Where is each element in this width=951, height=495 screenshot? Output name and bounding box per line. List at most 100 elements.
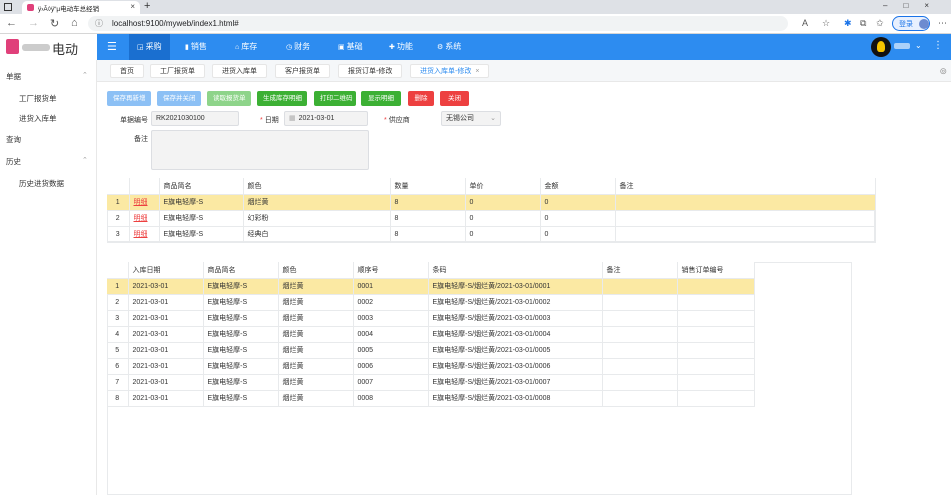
logo-mark-icon [6, 39, 19, 54]
cell-note[interactable] [602, 294, 678, 311]
cell-qty[interactable]: 8 [390, 194, 466, 211]
cell-note[interactable] [602, 358, 678, 375]
chevron-up-icon[interactable]: ⌃ [82, 156, 88, 164]
top-menu-item[interactable]: ⚙ 系统 [429, 34, 469, 60]
close-tab-icon[interactable]: × [130, 2, 135, 11]
tabs-settings-icon[interactable]: ⊚ [939, 66, 947, 77]
tab-customer-order[interactable]: 客户报货单 [275, 64, 330, 78]
browser-tab[interactable]: ÿ›Ã◊ÿ“µ电动车总经销 × [22, 1, 140, 14]
cell-price[interactable]: 0 [465, 210, 541, 227]
favorite-icon[interactable]: ☆ [822, 18, 830, 29]
hamburger-icon[interactable]: ☰ [107, 40, 117, 53]
cell-barcode: E旗电轻摩-S/烟烂黄/2021-03-01/0001 [428, 278, 603, 295]
sidebar-item-stock-in[interactable]: 进货入库单 [19, 113, 57, 124]
read-aloud-icon[interactable]: A [802, 18, 808, 28]
profile-login-button[interactable]: 登录 [892, 16, 930, 31]
top-menu-item[interactable]: ◲ 采购 [129, 34, 170, 60]
window-menu-icon[interactable] [4, 3, 12, 11]
tab-stock-in[interactable]: 进货入库单 [212, 64, 267, 78]
sidebar-item-history-stock[interactable]: 历史进货数据 [19, 178, 64, 189]
chevron-up-icon[interactable]: ⌃ [82, 71, 88, 79]
tab-order-edit[interactable]: 报货订单-修改 [338, 64, 403, 78]
cell-note[interactable] [602, 374, 678, 391]
extension-icon[interactable]: ✱ [844, 18, 852, 29]
tab-factory-order[interactable]: 工厂报货单 [150, 64, 205, 78]
print-qr-button[interactable]: 打印二维码 [314, 91, 356, 106]
table-row[interactable]: 6 2021-03-01 E旗电轻摩-S 烟烂黄 0006 E旗电轻摩-S/烟烂黄/202… [107, 358, 755, 375]
table-row[interactable]: 1 2021-03-01 E旗电轻摩-S 烟烂黄 0001 E旗电轻摩-S/烟烂黄/202… [107, 278, 755, 295]
top-menu-item[interactable]: ⌂ 库存 [227, 34, 265, 60]
top-menu-label: 销售 [190, 42, 207, 51]
cell-date: 2021-03-01 [128, 358, 204, 375]
forward-icon[interactable]: → [28, 17, 39, 29]
chevron-down-icon[interactable]: ⌄ [915, 41, 922, 50]
load-order-button[interactable]: 读取报货单 [207, 91, 251, 106]
cell-order [677, 278, 755, 295]
col-header-amount: 金额 [540, 178, 616, 195]
sidebar-group-history[interactable]: 历史 [6, 156, 21, 167]
reload-icon[interactable]: ↻ [50, 17, 59, 30]
table-row[interactable]: 2 明细 E旗电轻摩-S 幻彩粉 8 0 0 [107, 210, 876, 227]
clock-icon: ◷ [286, 44, 293, 51]
table-row[interactable]: 1 明细 E旗电轻摩-S 烟烂黄 8 0 0 [107, 194, 876, 211]
cell-color: 烟烂黄 [278, 390, 354, 407]
user-avatar[interactable] [871, 37, 891, 57]
tab-home[interactable]: 首页 [110, 64, 144, 78]
top-menu-item[interactable]: ✚ 功能 [381, 34, 421, 60]
collections-icon[interactable]: ⧉ [860, 18, 866, 29]
top-menu-item[interactable]: ▮ 销售 [177, 34, 215, 60]
delete-button[interactable]: 删除 [408, 91, 434, 106]
cell-barcode: E旗电轻摩-S/烟烂黄/2021-03-01/0005 [428, 342, 603, 359]
top-menu-item[interactable]: ◷ 财务 [278, 34, 318, 60]
user-name-redacted[interactable] [894, 43, 910, 49]
favorites-bar-icon[interactable]: ✩ [876, 18, 884, 29]
close-button[interactable]: 关闭 [440, 91, 469, 106]
cell-qty[interactable]: 8 [390, 210, 466, 227]
tab-stock-in-edit[interactable]: 进货入库单-修改 × [410, 64, 490, 78]
back-icon[interactable]: ← [6, 17, 17, 29]
col-header-name: 商品简名 [203, 262, 279, 279]
table-row[interactable]: 7 2021-03-01 E旗电轻摩-S 烟烂黄 0007 E旗电轻摩-S/烟烂黄/202… [107, 374, 755, 391]
home-icon[interactable]: ⌂ [71, 17, 78, 29]
table-row[interactable]: 3 2021-03-01 E旗电轻摩-S 烟烂黄 0003 E旗电轻摩-S/烟烂黄/202… [107, 310, 755, 327]
doc-no-field[interactable]: RK2021030100 [151, 111, 239, 126]
supplier-select[interactable]: 无锡公司 ⌄ [441, 111, 501, 126]
cell-price[interactable]: 0 [465, 226, 541, 243]
top-menu-item[interactable]: ▣ 基础 [330, 34, 371, 60]
cell-date: 2021-03-01 [128, 278, 204, 295]
note-textarea[interactable] [151, 130, 369, 170]
table-row[interactable]: 8 2021-03-01 E旗电轻摩-S 烟烂黄 0008 E旗电轻摩-S/烟烂黄/202… [107, 390, 755, 407]
close-icon[interactable]: × [475, 68, 479, 75]
sidebar-item-factory-order[interactable]: 工厂报货单 [19, 93, 57, 104]
browser-menu-icon[interactable]: ⋯ [938, 18, 947, 29]
cell-name: E旗电轻摩-S [203, 278, 279, 295]
generate-stock-detail-button[interactable]: 生成库存明细 [257, 91, 307, 106]
cell-note[interactable] [615, 210, 876, 227]
table-row[interactable]: 3 明细 E旗电轻摩-S 经典白 8 0 0 [107, 226, 876, 243]
cell-qty[interactable]: 8 [390, 226, 466, 243]
show-detail-button[interactable]: 显示明细 [361, 91, 401, 106]
sidebar-group-docs[interactable]: 单据 [6, 71, 21, 82]
url-field[interactable]: ⓘ localhost:9100/myweb/index1.html# [88, 16, 788, 31]
table-row[interactable]: 4 2021-03-01 E旗电轻摩-S 烟烂黄 0004 E旗电轻摩-S/烟烂黄/202… [107, 326, 755, 343]
cell-note[interactable] [602, 310, 678, 327]
cell-price[interactable]: 0 [465, 194, 541, 211]
save-and-close-button[interactable]: 保存并关闭 [157, 91, 201, 106]
cell-note[interactable] [602, 342, 678, 359]
window-controls[interactable]: –□× [883, 1, 945, 10]
cell-note[interactable] [602, 278, 678, 295]
cell-note[interactable] [615, 226, 876, 243]
cell-note[interactable] [602, 390, 678, 407]
sidebar-group-query[interactable]: 查询 [6, 134, 21, 145]
table-row[interactable]: 5 2021-03-01 E旗电轻摩-S 烟烂黄 0005 E旗电轻摩-S/烟烂黄/202… [107, 342, 755, 359]
new-tab-icon[interactable]: + [144, 0, 150, 12]
more-vertical-icon[interactable]: ⋮ [933, 40, 943, 51]
detail-link[interactable]: 明细 [134, 231, 148, 238]
detail-link[interactable]: 明细 [134, 199, 148, 206]
detail-link[interactable]: 明细 [134, 215, 148, 222]
cell-note[interactable] [602, 326, 678, 343]
date-field[interactable]: ▦ 2021-03-01 [284, 111, 368, 126]
save-and-new-button[interactable]: 保存再新增 [107, 91, 151, 106]
table-row[interactable]: 2 2021-03-01 E旗电轻摩-S 烟烂黄 0002 E旗电轻摩-S/烟烂黄/202… [107, 294, 755, 311]
cell-note[interactable] [615, 194, 876, 211]
